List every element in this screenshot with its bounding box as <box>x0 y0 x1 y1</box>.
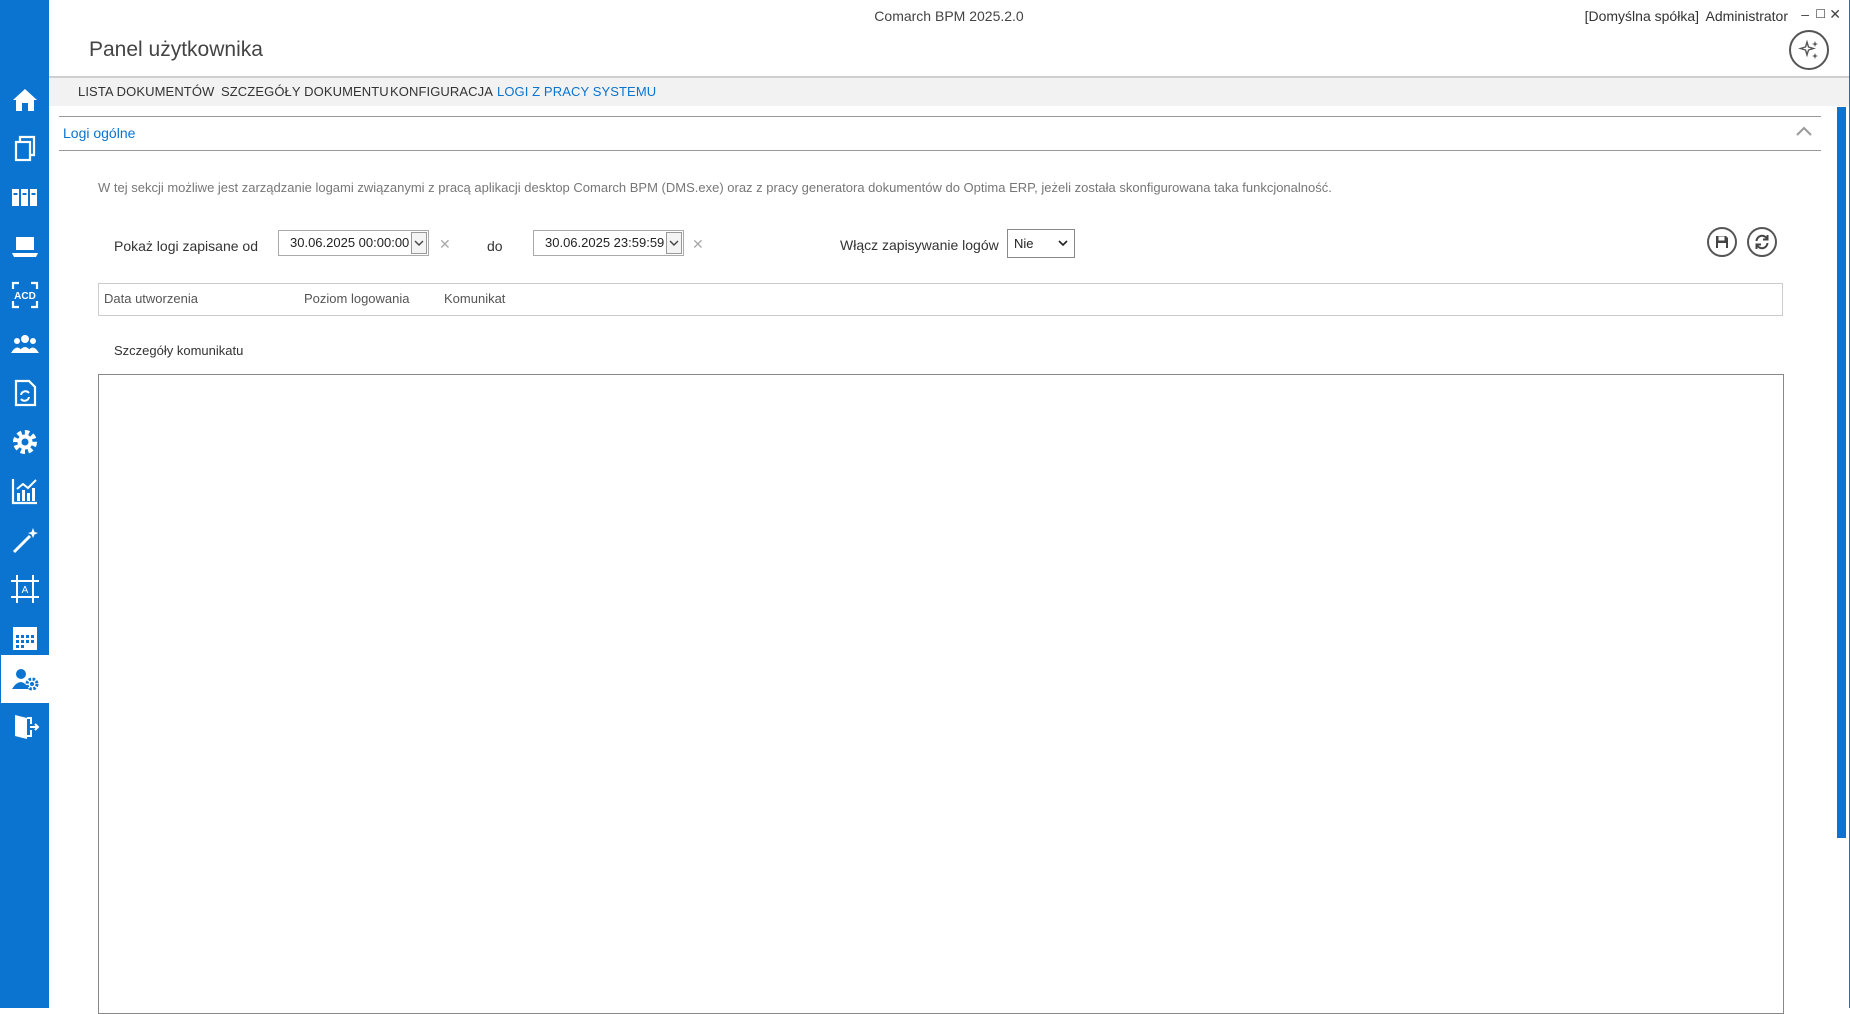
sidebar-item-designer[interactable]: A <box>0 565 49 613</box>
section-title[interactable]: Logi ogólne <box>63 125 135 141</box>
chevron-down-icon <box>1058 240 1068 247</box>
date-from-value: 30.06.2025 00:00:00 <box>290 235 410 250</box>
analytics-chart-icon <box>11 479 37 505</box>
refresh-button[interactable] <box>1747 227 1777 257</box>
section-header: Logi ogólne <box>59 116 1821 151</box>
sidebar: ACD A <box>0 0 49 1008</box>
logging-select-value: Nie <box>1014 236 1034 251</box>
exit-door-icon <box>14 715 39 739</box>
svg-text:ACD: ACD <box>14 291 36 302</box>
sidebar-item-desktop[interactable] <box>0 222 49 270</box>
chevron-down-icon <box>414 240 424 246</box>
sidebar-item-logout[interactable] <box>0 703 49 751</box>
users-group-icon <box>10 335 39 353</box>
company-name[interactable]: [Domyślna spółka] <box>1585 8 1699 24</box>
page-title: Panel użytkownika <box>89 38 263 61</box>
tab-document-list[interactable]: LISTA DOKUMENTÓW <box>78 84 214 99</box>
tab-system-logs[interactable]: LOGI Z PRACY SYSTEMU <box>497 84 656 99</box>
sparkles-icon <box>1798 39 1818 59</box>
home-icon <box>12 89 37 111</box>
message-details-label: Szczegóły komunikatu <box>114 343 244 358</box>
magic-wand-icon <box>12 528 38 554</box>
sidebar-item-ocr[interactable]: ACD <box>0 271 49 319</box>
section-description: W tej sekcji możliwe jest zarządzanie lo… <box>98 180 1332 195</box>
vertical-scrollbar[interactable] <box>1837 107 1846 838</box>
ai-assistant-button[interactable] <box>1789 30 1829 70</box>
gear-icon <box>12 430 37 454</box>
date-to-clear-button[interactable]: ✕ <box>692 236 704 253</box>
column-message[interactable]: Komunikat <box>444 291 505 306</box>
logs-grid-header: Data utworzenia Poziom logowania Komunik… <box>98 283 1783 316</box>
documents-icon <box>14 135 35 162</box>
date-from-field[interactable]: 30.06.2025 00:00:00 <box>278 230 429 256</box>
designer-frame-icon: A <box>10 575 39 603</box>
refresh-icon <box>1755 234 1769 250</box>
date-from-label: Pokaż logi zapisane od <box>114 238 258 254</box>
user-settings-icon <box>12 669 39 691</box>
message-details-area[interactable] <box>98 374 1784 1014</box>
sidebar-item-documents[interactable] <box>0 124 49 172</box>
binders-icon <box>11 189 37 206</box>
document-sync-icon <box>14 379 36 407</box>
close-button[interactable]: ✕ <box>1829 6 1841 23</box>
tab-configuration[interactable]: KONFIGURACJA <box>390 84 493 99</box>
window-title: Comarch BPM 2025.2.0 <box>874 8 1024 24</box>
ocr-acd-icon: ACD <box>11 281 38 309</box>
save-icon <box>1716 236 1728 248</box>
date-to-field[interactable]: 30.06.2025 23:59:59 <box>533 230 684 256</box>
sidebar-item-binders[interactable] <box>0 173 49 221</box>
save-logs-button[interactable] <box>1707 227 1737 257</box>
maximize-button[interactable]: ☐ <box>1815 7 1826 21</box>
sidebar-item-settings[interactable] <box>0 418 49 466</box>
minimize-button[interactable]: – <box>1801 6 1809 22</box>
sidebar-item-workflow[interactable] <box>0 369 49 417</box>
date-to-label: do <box>487 238 503 254</box>
chevron-down-icon <box>669 240 679 246</box>
sidebar-item-analytics[interactable] <box>0 467 49 515</box>
date-from-clear-button[interactable]: ✕ <box>439 236 451 253</box>
date-to-dropdown-button[interactable] <box>666 232 682 254</box>
column-created-date[interactable]: Data utworzenia <box>104 291 198 306</box>
logging-toggle-label: Włącz zapisywanie logów <box>840 237 999 253</box>
chevron-up-icon[interactable] <box>1795 125 1813 137</box>
logging-select[interactable]: Nie <box>1007 229 1075 258</box>
date-from-dropdown-button[interactable] <box>411 232 427 254</box>
date-to-value: 30.06.2025 23:59:59 <box>545 235 665 250</box>
calendar-icon <box>12 627 37 650</box>
sidebar-item-wizard[interactable] <box>0 516 49 564</box>
svg-text:A: A <box>21 585 28 596</box>
tab-document-details[interactable]: SZCZEGÓŁY DOKUMENTU <box>221 84 389 99</box>
sidebar-item-home[interactable] <box>0 76 49 124</box>
sidebar-item-users[interactable] <box>0 320 49 368</box>
sidebar-item-user-panel[interactable] <box>1 655 49 703</box>
main-window: Comarch BPM 2025.2.0 [Domyślna spółka] A… <box>49 0 1850 1014</box>
laptop-icon <box>11 237 38 257</box>
column-log-level[interactable]: Poziom logowania <box>304 291 410 306</box>
tab-bar: LISTA DOKUMENTÓW SZCZEGÓŁY DOKUMENTU KON… <box>49 76 1849 106</box>
user-name[interactable]: Administrator <box>1706 8 1788 24</box>
